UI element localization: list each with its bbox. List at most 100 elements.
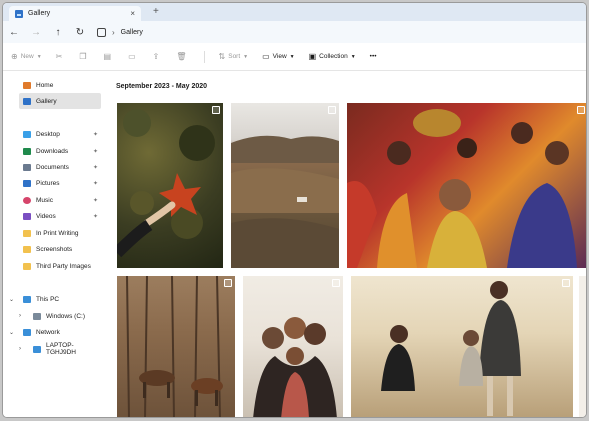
collapse-chevron-icon[interactable]: ⌄ — [9, 296, 14, 303]
chevron-down-icon: ▼ — [289, 53, 295, 60]
photo-partial-right[interactable] — [579, 276, 586, 417]
sidebar-item-pictures[interactable]: Pictures ✦ — [19, 175, 101, 191]
chevron-down-icon: ▼ — [243, 53, 249, 60]
forward-button[interactable]: → — [25, 27, 47, 38]
sidebar-item-desktop[interactable]: Desktop ✦ — [19, 126, 101, 142]
view-button[interactable]: ▭ View ▼ — [262, 52, 295, 61]
collapse-chevron-icon[interactable]: ⌄ — [9, 329, 14, 336]
share-icon: ⇪ — [152, 52, 160, 61]
photo-festival-dance[interactable] — [347, 103, 586, 268]
file-explorer-window: Gallery × + ← → ↑ ↻ › Gallery ⊕ New ▼ ✂ … — [2, 2, 587, 418]
pin-icon[interactable]: ✦ — [93, 180, 98, 187]
pictures-icon — [23, 179, 31, 187]
tab-gallery[interactable]: Gallery × — [9, 6, 141, 21]
new-button[interactable]: ⊕ New ▼ — [11, 52, 42, 61]
home-icon — [23, 81, 31, 89]
breadcrumb-separator: › — [112, 27, 115, 37]
collection-button[interactable]: ▣ Collection ▼ — [309, 52, 356, 61]
command-bar: ⊕ New ▼ ✂ ❐ ▤ ▭ ⇪ 🗑 ⇅ Sort ▼ ▭ View ▼ ▣ … — [3, 43, 586, 71]
sidebar-item-videos[interactable]: Videos ✦ — [19, 208, 101, 224]
festival-dance-image — [347, 109, 577, 268]
sidebar-item-laptop[interactable]: › LAPTOP-TGHJ9DH — [19, 341, 103, 357]
download-icon — [23, 147, 31, 155]
cut-button[interactable]: ✂ — [56, 52, 66, 61]
pin-icon[interactable]: ✦ — [93, 197, 98, 204]
back-button[interactable]: ← — [3, 27, 25, 38]
sidebar-item-downloads[interactable]: Downloads ✦ — [19, 143, 101, 159]
folder-icon — [23, 229, 31, 237]
highland-hills-image — [231, 135, 339, 268]
scissors-icon: ✂ — [55, 52, 63, 61]
sidebar-item-documents[interactable]: Documents ✦ — [19, 159, 101, 175]
family-field-image — [381, 281, 521, 416]
network-icon — [23, 328, 31, 336]
clipboard-icon: ▤ — [103, 52, 112, 61]
toolbar-divider — [203, 50, 205, 63]
copy-button[interactable]: ❐ — [79, 52, 89, 61]
new-tab-button[interactable]: + — [153, 6, 159, 17]
breadcrumb-gallery[interactable]: Gallery — [121, 29, 143, 36]
more-options-button[interactable]: ••• — [370, 53, 377, 60]
pin-icon[interactable]: ✦ — [93, 213, 98, 220]
paste-button[interactable]: ▤ — [104, 52, 115, 61]
select-checkbox[interactable] — [328, 106, 336, 114]
collection-icon: ▣ — [308, 52, 317, 61]
trash-icon: 🗑 — [176, 52, 187, 61]
share-button[interactable]: ⇪ — [153, 52, 163, 61]
sidebar-item-windows-c[interactable]: › Windows (C:) — [19, 308, 101, 324]
plus-circle-icon: ⊕ — [11, 52, 18, 61]
photo-highland-hills[interactable] — [231, 103, 339, 268]
sidebar-item-this-pc[interactable]: ⌄ This PC — [9, 291, 101, 307]
photo-family-field[interactable] — [351, 276, 573, 417]
pin-icon[interactable]: ✦ — [93, 148, 98, 155]
select-checkbox[interactable] — [212, 106, 220, 114]
address-bar: ← → ↑ ↻ › Gallery — [3, 21, 586, 43]
refresh-button[interactable]: ↻ — [69, 27, 91, 38]
tab-bar: Gallery × + — [3, 3, 586, 21]
gallery-icon — [15, 9, 23, 18]
rename-icon: ▭ — [128, 52, 136, 61]
date-group-title: September 2023 - May 2020 — [116, 83, 208, 90]
select-checkbox[interactable] — [332, 279, 340, 287]
up-button[interactable]: ↑ — [47, 27, 69, 38]
copy-icon: ❐ — [79, 52, 87, 61]
gallery-view: September 2023 - May 2020 — [107, 71, 586, 417]
documents-icon — [23, 163, 31, 171]
sort-button[interactable]: ⇅ Sort ▼ — [219, 52, 249, 61]
expand-chevron-icon[interactable]: › — [19, 346, 21, 352]
chevron-down-icon: ▼ — [350, 53, 356, 60]
folder-icon — [23, 245, 31, 253]
music-icon — [23, 196, 31, 204]
sidebar-item-third-party-images[interactable]: Third Party Images — [19, 258, 101, 274]
pin-icon[interactable]: ✦ — [93, 131, 98, 138]
delete-button[interactable]: 🗑 — [176, 52, 189, 61]
sidebar-item-screenshots[interactable]: Screenshots — [19, 241, 101, 257]
computer-icon — [33, 345, 41, 353]
horses-forest-image — [126, 276, 223, 417]
navigation-pane: Home Gallery Desktop ✦ Downloads ✦ Docum… — [3, 71, 107, 417]
sidebar-item-gallery[interactable]: Gallery — [19, 93, 101, 109]
sidebar-item-home[interactable]: Home — [19, 77, 101, 93]
folder-icon — [23, 262, 31, 270]
view-icon: ▭ — [262, 52, 270, 61]
rename-button[interactable]: ▭ — [128, 52, 139, 61]
tab-title: Gallery — [28, 10, 51, 17]
photo-autumn-leaf[interactable] — [117, 103, 223, 268]
chevron-down-icon: ▼ — [36, 53, 42, 60]
sort-icon: ⇅ — [218, 52, 226, 61]
pin-icon[interactable]: ✦ — [93, 164, 98, 171]
photo-horses-forest[interactable] — [117, 276, 235, 417]
family-selfie-image — [253, 317, 337, 417]
select-checkbox[interactable] — [224, 279, 232, 287]
drive-icon — [33, 312, 41, 320]
close-tab-icon[interactable]: × — [130, 9, 135, 18]
sidebar-item-music[interactable]: Music ✦ — [19, 192, 101, 208]
photo-family-selfie[interactable] — [243, 276, 343, 417]
sidebar-item-in-print-writing[interactable]: In Print Writing — [19, 225, 101, 241]
autumn-leaf-image — [117, 109, 215, 258]
expand-chevron-icon[interactable]: › — [19, 313, 21, 319]
gallery-location-icon — [97, 27, 106, 37]
select-checkbox[interactable] — [577, 106, 585, 114]
sidebar-item-network[interactable]: ⌄ Network — [9, 324, 101, 340]
select-checkbox[interactable] — [562, 279, 570, 287]
